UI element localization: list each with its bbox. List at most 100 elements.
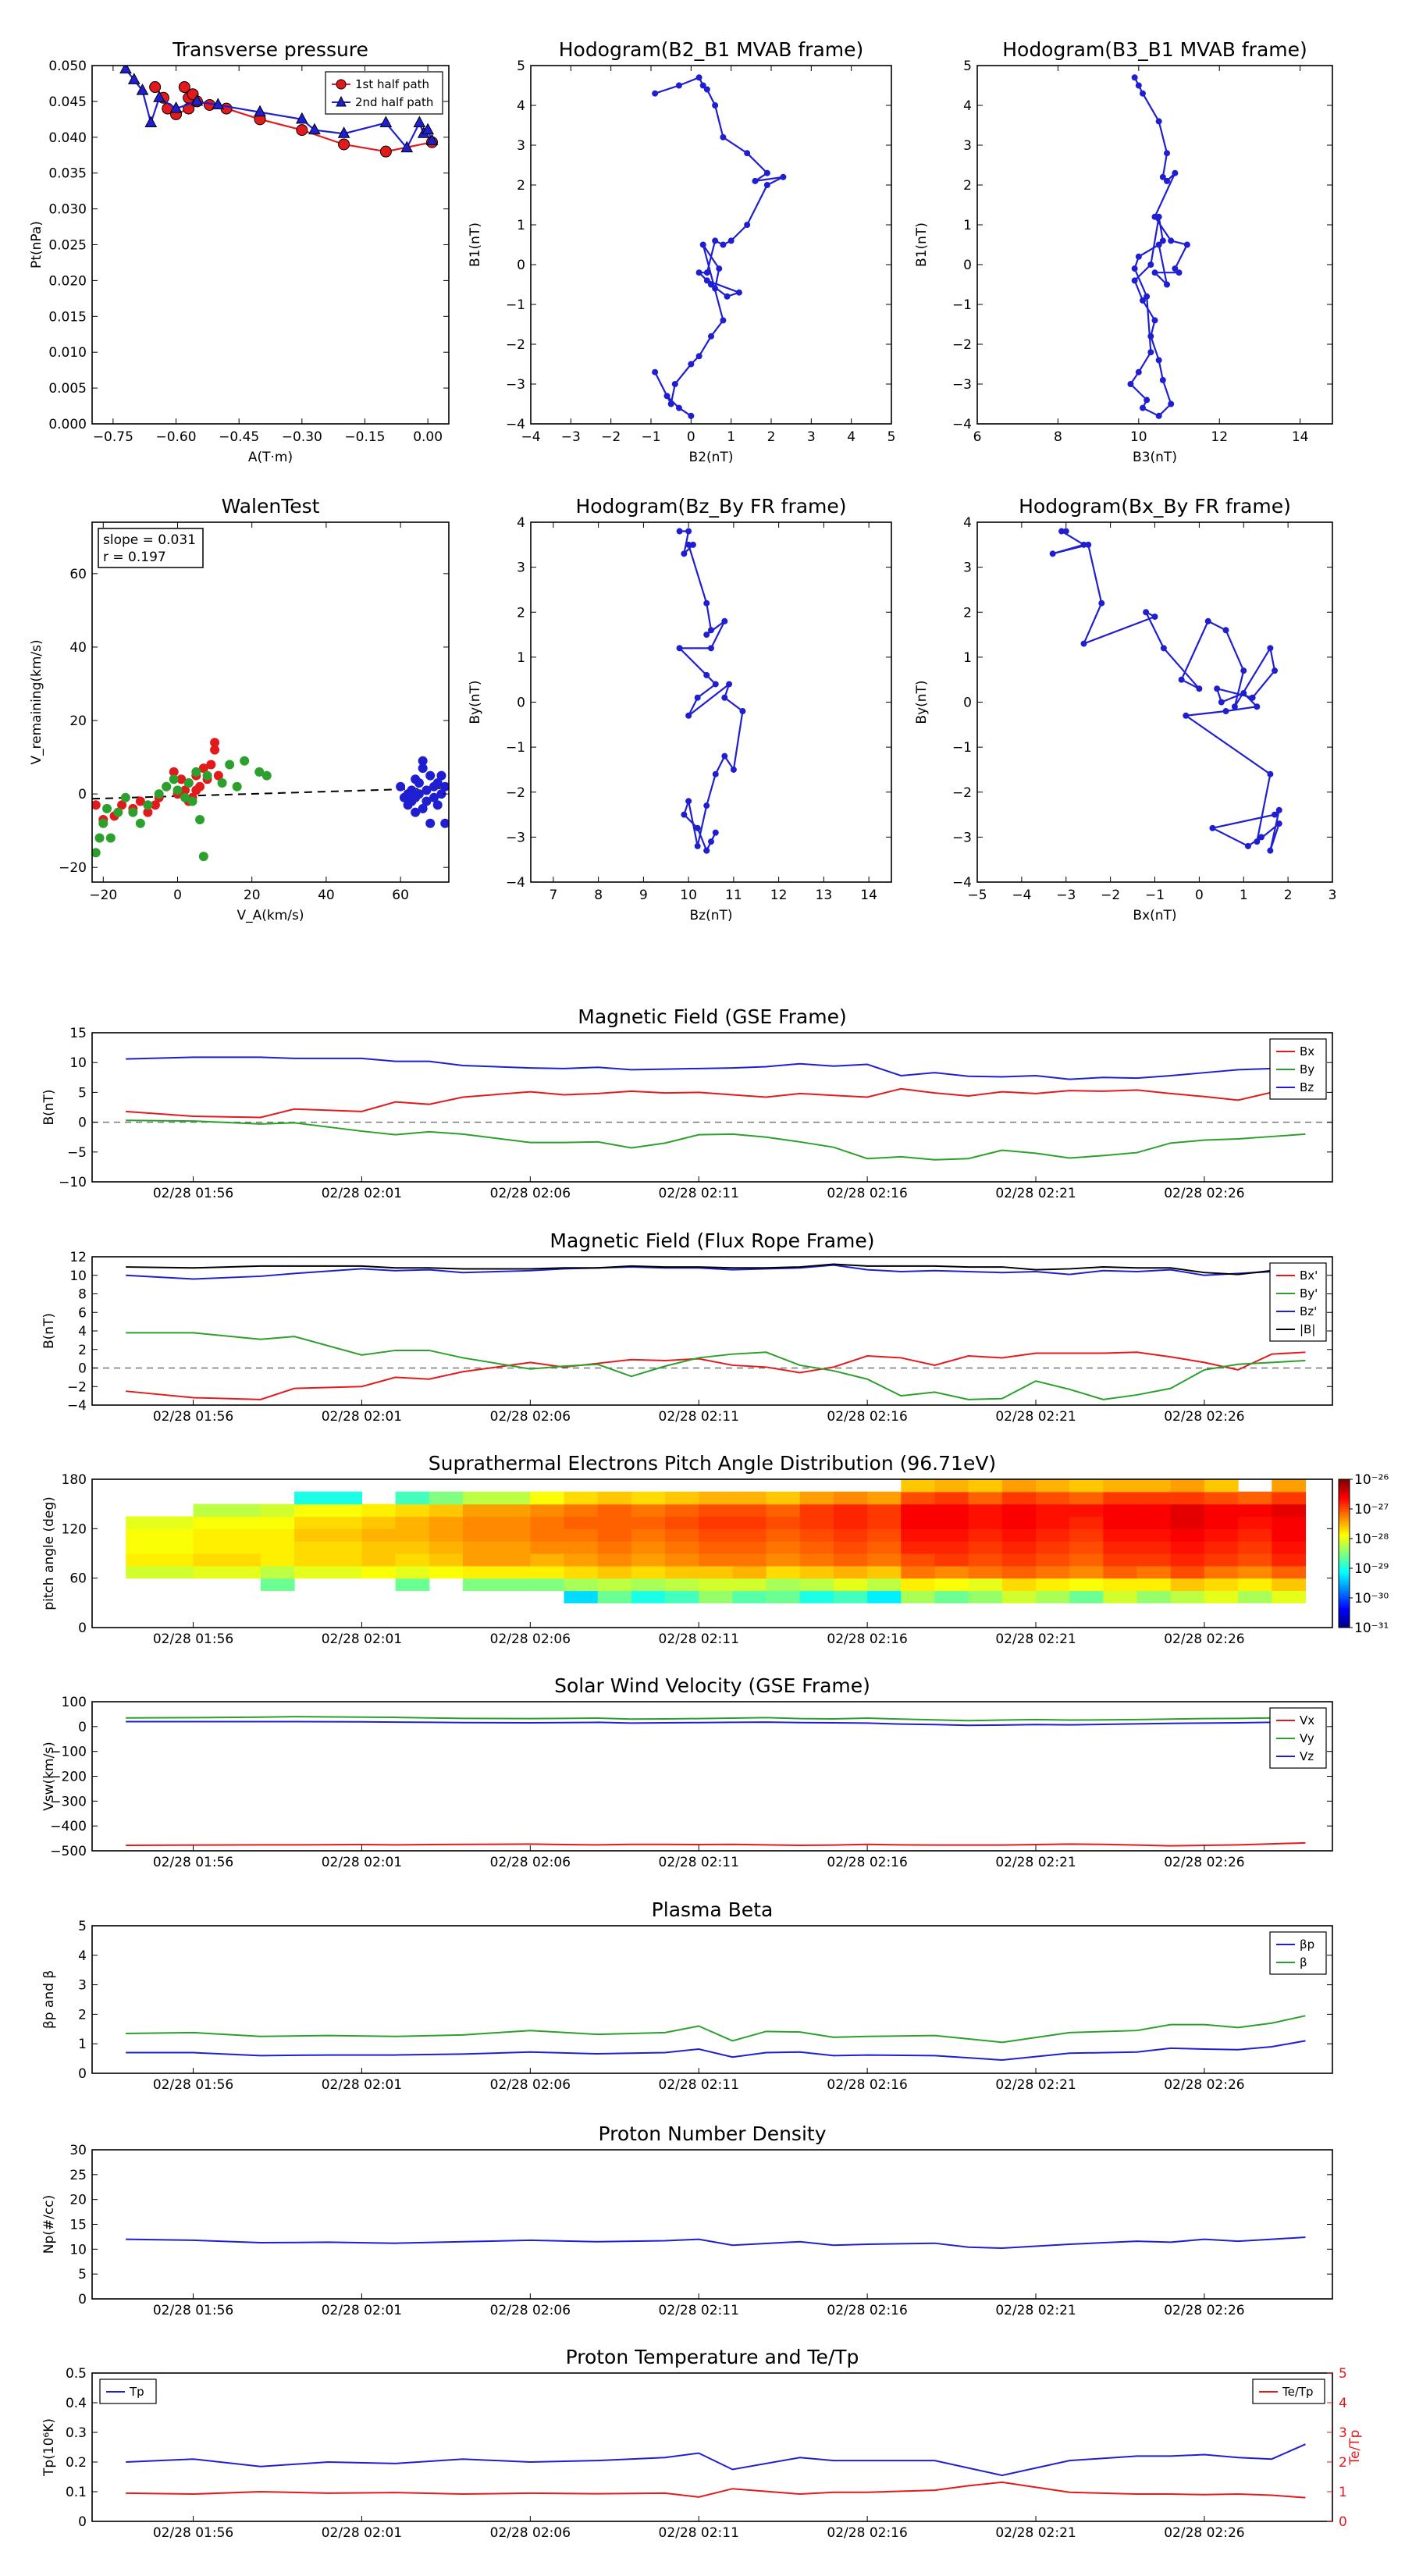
heatmap-cell [1170, 1541, 1205, 1554]
heatmap-cell [968, 1541, 1003, 1554]
x-axis-label: B3(nT) [1133, 450, 1177, 465]
colorbar-segment [1339, 1603, 1350, 1606]
x-tick-label: 02/28 01:56 [153, 2525, 233, 2541]
y-tick-label: 0 [517, 258, 525, 273]
y-tick-label: 3 [78, 1978, 87, 1994]
x-tick-label: 02/28 02:16 [827, 1186, 907, 1201]
heatmap-cell [462, 1565, 531, 1579]
heatmap-cell [732, 1503, 767, 1517]
data-point [703, 671, 710, 678]
legend-label: 1st half path [355, 77, 429, 91]
heatmap-cell [833, 1553, 868, 1567]
colorbar-segment [1339, 1548, 1350, 1552]
heatmap-cell [564, 1578, 599, 1592]
x-tick-label: 02/28 02:01 [322, 1409, 402, 1425]
heatmap-cell [1136, 1541, 1172, 1554]
panel-walen_test: WalenTest −20 0 20 40 60 −20 0 20 40 60 V_A(km/s) V_… [29, 495, 450, 923]
data-point [712, 770, 719, 777]
data-point [128, 807, 138, 817]
heatmap-cell [395, 1553, 430, 1567]
heatmap-cell [1069, 1541, 1104, 1554]
y-tick-label: 0.040 [48, 130, 87, 146]
x-tick-label: −3 [1056, 888, 1076, 903]
heatmap-cell [193, 1503, 261, 1517]
heatmap-cell [1272, 1578, 1307, 1592]
heatmap-cell [901, 1553, 936, 1567]
heatmap-cell [1103, 1479, 1138, 1493]
heatmap-cell [631, 1565, 666, 1579]
heatmap-cell [564, 1541, 599, 1554]
y-tick-label: 30 [69, 2143, 87, 2158]
heatmap-cell [1238, 1553, 1272, 1567]
heatmap-cell [1170, 1578, 1205, 1592]
heatmap-cell [429, 1491, 464, 1505]
data-point [744, 222, 751, 228]
data-point [676, 528, 683, 535]
data-point [727, 237, 735, 244]
y-right-tick-label: 4 [1339, 2396, 1347, 2411]
heatmap-cell [766, 1541, 801, 1554]
heatmap-cell [1136, 1565, 1172, 1579]
legend-label: By [1300, 1062, 1314, 1076]
data-point [694, 824, 701, 831]
heatmap-cell [934, 1503, 969, 1517]
data-point [695, 353, 702, 360]
heatmap-cell [429, 1516, 464, 1529]
heatmap-cell [732, 1553, 767, 1567]
heatmap-cell [934, 1553, 969, 1567]
heatmap-cell [934, 1590, 969, 1603]
legend-label: Te/Tp [1282, 2385, 1314, 2399]
colorbar-label: 10⁻²⁹ [1354, 1561, 1389, 1577]
colorbar-segment [1339, 1533, 1350, 1537]
heatmap-cell [766, 1553, 801, 1567]
colorbar-segment [1339, 1484, 1350, 1487]
panel-hodogram_bz_by: Hodogram(Bz_By FR frame)−4−3−2−1012347 8 9… [468, 495, 892, 923]
x-tick-label: 02/28 02:21 [995, 2077, 1076, 2093]
colorbar-segment [1339, 1479, 1350, 1482]
data-point [663, 393, 670, 400]
x-tick-label: −20 [89, 888, 117, 903]
heatmap-cell [1238, 1516, 1272, 1529]
x-tick-label: −0.30 [282, 429, 322, 445]
data-point [1240, 667, 1247, 674]
y-tick-label: −20 [59, 860, 87, 876]
heatmap-cell [429, 1565, 464, 1579]
x-tick-label: 11 [725, 888, 742, 903]
series-group [126, 1716, 1306, 1847]
colorbar-segment [1339, 1578, 1350, 1582]
colorbar-segment [1339, 1622, 1350, 1626]
heatmap-cell [1170, 1565, 1205, 1579]
colorbar-segment [1339, 1610, 1350, 1614]
y-axis-label: Tp(10⁶K) [41, 2418, 57, 2477]
x-tick-label: 02/28 02:16 [827, 2303, 907, 2318]
heatmap-cell [429, 1528, 464, 1542]
heatmap-cell [833, 1578, 868, 1592]
heatmap-cell [462, 1491, 531, 1505]
y-tick-label: 0.000 [48, 417, 87, 432]
data-point [1209, 824, 1216, 831]
data-point [1098, 600, 1105, 607]
heatmap-cell [530, 1541, 565, 1554]
data-point [425, 818, 436, 828]
fit-line [92, 787, 449, 800]
heatmap-cell [1170, 1553, 1205, 1567]
data-point [720, 241, 727, 248]
data-point [191, 767, 201, 777]
heatmap-cell [1103, 1528, 1138, 1542]
heatmap-cell [597, 1528, 632, 1542]
legend: 1st half path 2nd half path [325, 71, 443, 115]
y-tick-label: 4 [78, 1948, 87, 1964]
heatmap-cell [1069, 1491, 1104, 1505]
heatmap-cell [766, 1491, 801, 1505]
heatmap-cell [1036, 1590, 1070, 1603]
y-right-tick-label: 1 [1339, 2485, 1347, 2500]
heatmap-cell [564, 1565, 599, 1579]
colorbar-segment [1339, 1613, 1350, 1616]
heatmap-cell [1001, 1528, 1037, 1542]
heatmap-cell [260, 1565, 295, 1579]
heatmap-cell [1238, 1503, 1272, 1517]
heatmap-cell [968, 1578, 1003, 1592]
y-tick-label: −500 [50, 1844, 87, 1859]
heatmap-cell [1069, 1590, 1104, 1603]
heatmap-cell [833, 1516, 868, 1529]
